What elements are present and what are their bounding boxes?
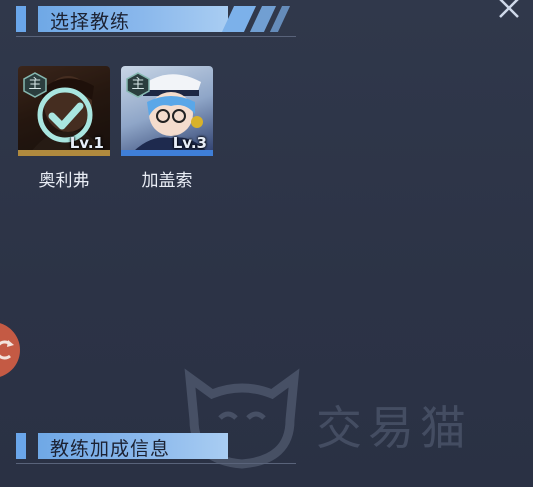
header-divider bbox=[16, 463, 296, 464]
close-icon-glyph bbox=[499, 0, 519, 18]
rarity-bar bbox=[18, 150, 110, 156]
watermark-text: 交易猫 bbox=[316, 401, 472, 455]
coach-name-gaisuo: 加盖索 bbox=[141, 171, 193, 191]
page-title: 选择教练 bbox=[50, 11, 131, 33]
coach-bonus-header: 教练加成信息 bbox=[16, 433, 296, 464]
role-badge-label: 主 bbox=[131, 77, 145, 92]
rarity-bar bbox=[121, 150, 213, 156]
header-accent-bar bbox=[16, 6, 26, 32]
header-divider bbox=[16, 36, 296, 37]
coach-card-oliver[interactable]: 主 Lv.1 bbox=[18, 66, 110, 156]
select-coach-header: 选择教练 bbox=[16, 6, 296, 37]
header-accent-bar bbox=[16, 433, 26, 459]
coach-card-gaisuo[interactable]: 主 Lv.3 bbox=[121, 66, 213, 156]
refresh-icon bbox=[0, 340, 14, 360]
coach-name-oliver: 奥利弗 bbox=[38, 171, 90, 191]
main-role-badge: 主 bbox=[125, 72, 151, 98]
section-title: 教练加成信息 bbox=[50, 438, 171, 460]
close-icon[interactable] bbox=[495, 0, 523, 22]
